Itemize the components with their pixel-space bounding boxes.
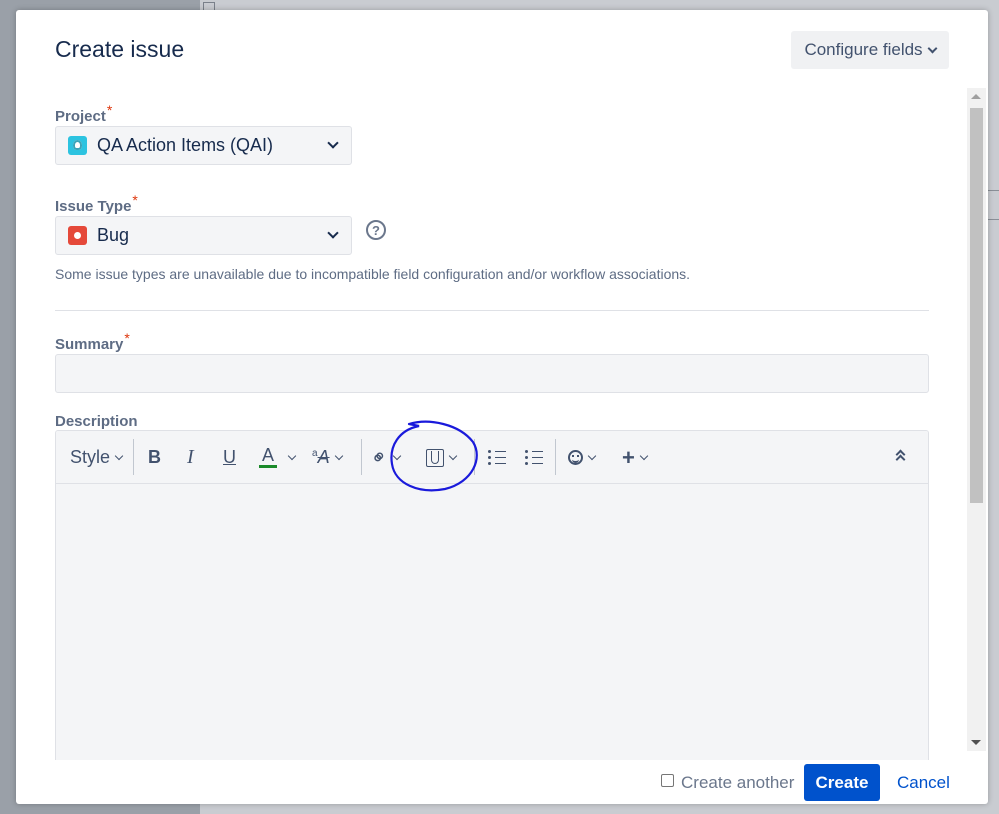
summary-label-text: Summary <box>55 336 124 353</box>
issue-type-label: Issue Type* <box>55 192 138 215</box>
project-label-text: Project <box>55 108 106 125</box>
list-line <box>488 462 506 465</box>
toolbar-separator <box>555 439 556 475</box>
required-marker: * <box>132 192 138 208</box>
chevron-down-icon <box>327 137 339 149</box>
style-dropdown[interactable]: Style <box>70 431 124 484</box>
emoji-button[interactable] <box>568 431 597 484</box>
line <box>532 450 543 453</box>
text-format-large: A <box>317 447 330 467</box>
scroll-thumb[interactable] <box>970 108 983 503</box>
list-line <box>488 450 506 453</box>
scroll-down-arrow-icon[interactable] <box>971 740 981 745</box>
description-label: Description <box>55 413 138 430</box>
project-label: Project* <box>55 102 112 125</box>
line <box>495 450 506 453</box>
create-another-label[interactable]: Create another <box>681 773 794 793</box>
chevron-down-icon <box>392 451 402 460</box>
bold-button[interactable]: B <box>148 431 161 484</box>
double-chevron-up-icon <box>895 449 906 464</box>
bullet-list-button[interactable] <box>488 431 506 484</box>
bullet <box>488 450 491 453</box>
bug-icon <box>68 226 87 245</box>
help-icon[interactable]: ? <box>366 220 386 240</box>
chevron-down-icon <box>639 451 649 460</box>
project-avatar-icon <box>68 136 87 155</box>
description-editor[interactable]: Style B I U A aA ⚭ + <box>55 430 929 760</box>
required-marker: * <box>124 330 130 346</box>
link-button[interactable]: ⚭ <box>366 431 402 484</box>
summary-input[interactable] <box>55 354 929 393</box>
create-button[interactable]: Create <box>804 764 880 801</box>
numbered-list-button[interactable] <box>525 431 543 484</box>
plus-icon: + <box>622 444 635 470</box>
emoji-icon <box>568 450 583 465</box>
font-color-letter: A <box>261 445 274 465</box>
configure-fields-label: Configure fields <box>804 40 923 59</box>
bullet <box>488 462 491 465</box>
number-marker <box>525 462 528 465</box>
line <box>495 456 506 459</box>
create-another-checkbox[interactable] <box>661 774 674 787</box>
line <box>532 456 543 459</box>
chevron-down-icon <box>448 451 458 460</box>
editor-toolbar: Style B I U A aA ⚭ + <box>56 431 928 484</box>
project-select[interactable]: QA Action Items (QAI) <box>55 126 352 165</box>
italic-button[interactable]: I <box>187 431 194 484</box>
font-color-button[interactable]: A <box>259 431 297 484</box>
chevron-down-icon <box>334 451 343 460</box>
issue-type-label-text: Issue Type <box>55 198 132 215</box>
number-marker <box>525 450 528 453</box>
link-icon: ⚭ <box>366 444 394 472</box>
style-label: Style <box>70 447 111 467</box>
font-color-icon: A <box>259 445 277 468</box>
list-line <box>488 456 506 459</box>
dialog-title: Create issue <box>55 36 185 62</box>
text-format-button[interactable]: aA <box>312 431 343 484</box>
required-marker: * <box>106 102 113 118</box>
line <box>495 462 506 465</box>
issue-type-select[interactable]: Bug <box>55 216 352 255</box>
toolbar-separator <box>361 439 362 475</box>
cancel-link[interactable]: Cancel <box>897 773 950 793</box>
list-line <box>525 462 543 465</box>
issue-type-hint: Some issue types are unavailable due to … <box>55 266 691 282</box>
scroll-up-arrow-icon[interactable] <box>971 94 981 99</box>
bullet <box>488 456 491 459</box>
bullet-list-icon <box>488 450 506 465</box>
numbered-list-icon <box>525 450 543 465</box>
insert-more-button[interactable]: + <box>622 431 649 484</box>
toolbar-separator <box>133 439 134 475</box>
issue-type-select-value: Bug <box>97 225 130 245</box>
collapse-toolbar-button[interactable] <box>895 431 906 484</box>
list-line <box>525 450 543 453</box>
chevron-down-icon <box>927 43 938 53</box>
summary-label: Summary* <box>55 330 130 353</box>
toolbar-separator <box>474 439 475 475</box>
chevron-down-icon <box>587 451 597 460</box>
project-select-value: QA Action Items (QAI) <box>97 135 274 155</box>
font-color-bar <box>259 465 277 468</box>
text-format-icon: aA <box>312 447 330 468</box>
configure-fields-button[interactable]: Configure fields <box>791 31 949 69</box>
create-issue-dialog: Create issue Configure fields Project* Q… <box>16 10 988 804</box>
chevron-down-icon <box>327 227 339 239</box>
underline-button[interactable]: U <box>223 431 236 484</box>
attachment-icon <box>426 448 444 467</box>
line <box>532 462 543 465</box>
dialog-scrollbar[interactable] <box>967 88 986 751</box>
list-line <box>525 456 543 459</box>
chevron-down-icon <box>114 451 124 460</box>
chevron-down-icon <box>287 451 297 460</box>
number-marker <box>525 456 528 459</box>
attachment-button[interactable] <box>426 431 458 484</box>
section-divider <box>55 310 929 311</box>
